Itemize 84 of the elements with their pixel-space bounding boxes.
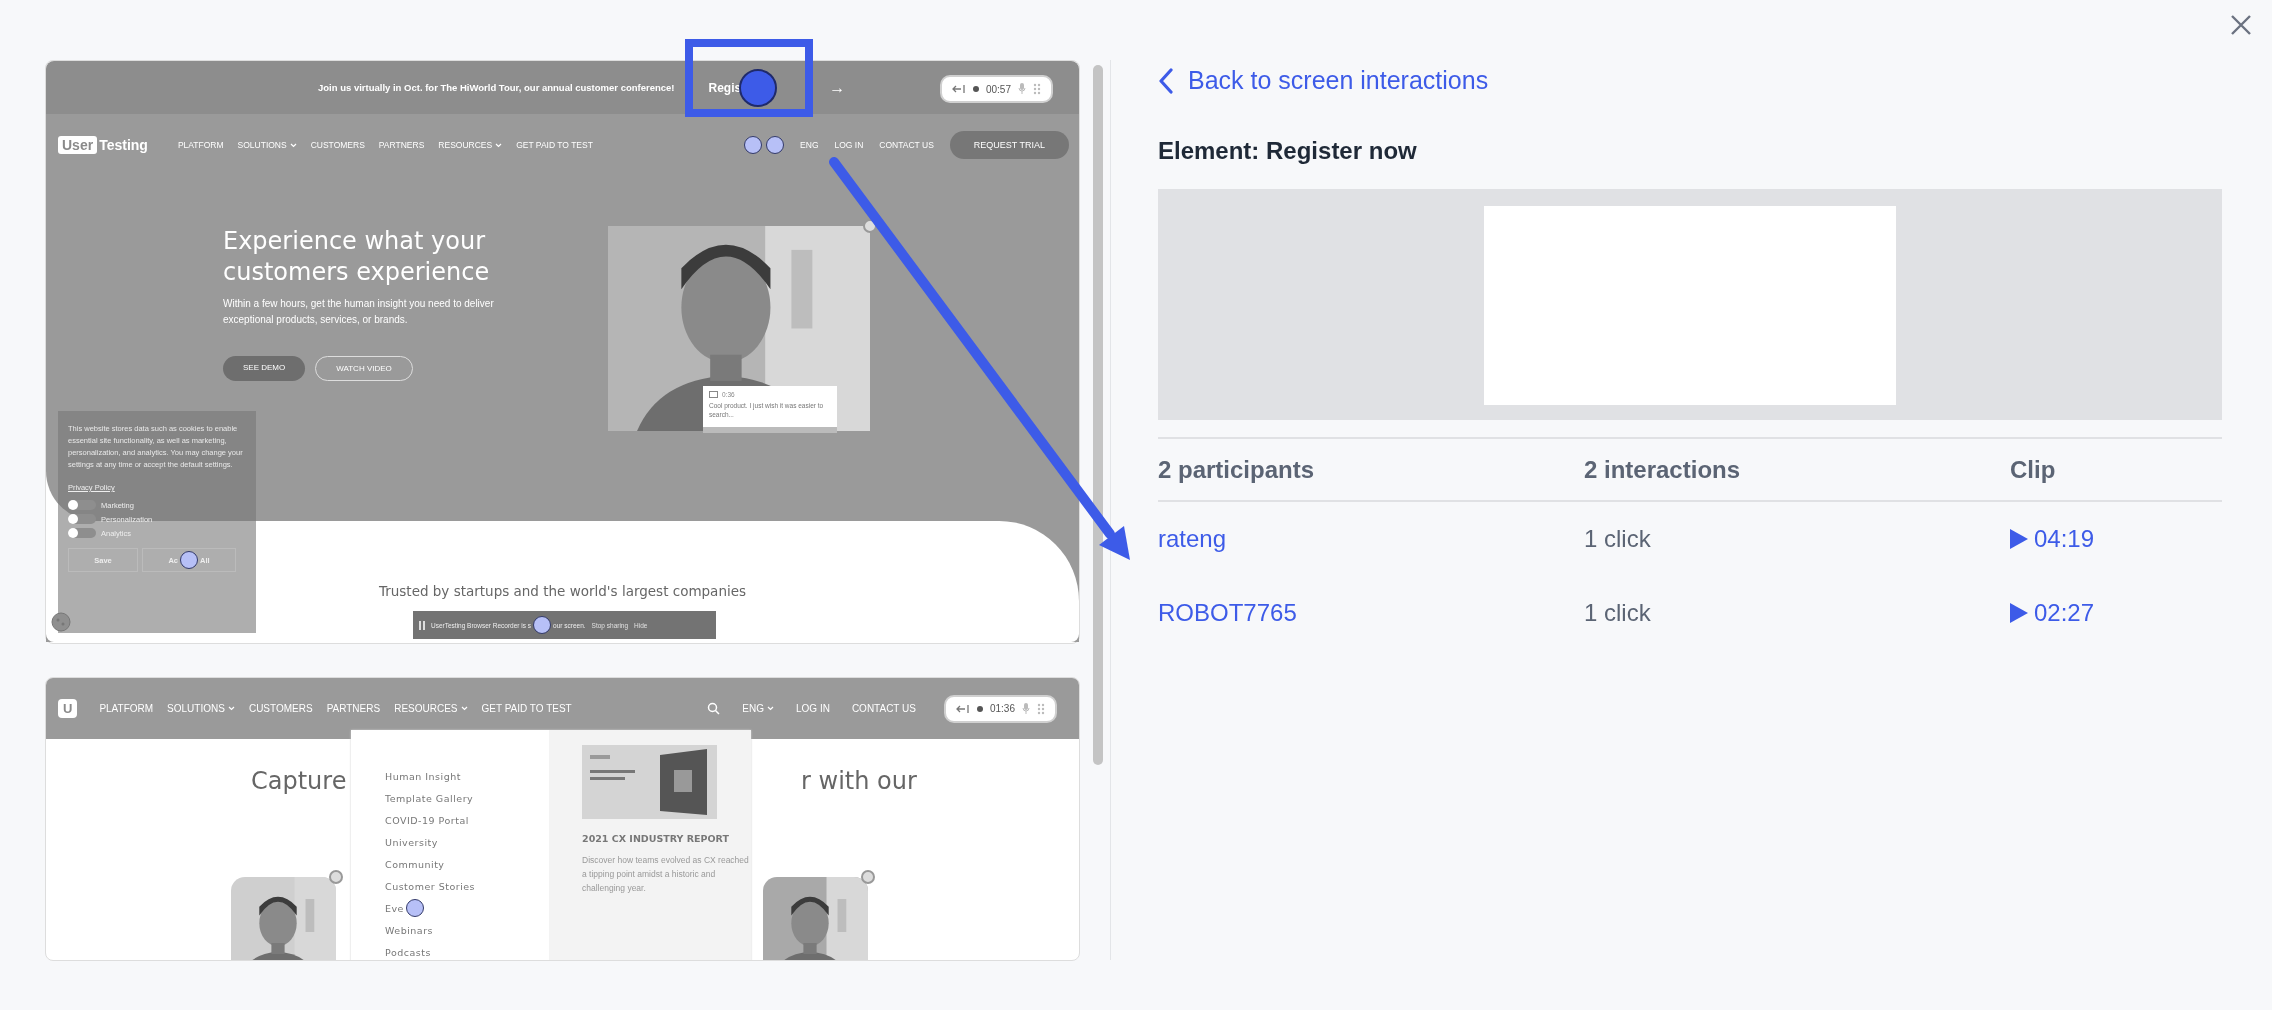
search-icon[interactable] [707, 702, 721, 715]
language-selector[interactable]: ENG [742, 703, 774, 714]
caret-icon [767, 706, 774, 711]
close-icon[interactable] [2230, 14, 2252, 36]
menu-item[interactable]: Customer Stories [385, 878, 549, 894]
toggle-switch[interactable] [68, 500, 96, 510]
table-cell: 1 click [1584, 599, 1651, 627]
nav-link[interactable]: SOLUTIONS [237, 140, 297, 150]
menu-item[interactable]: Webinars [385, 922, 549, 938]
login-link[interactable]: LOG IN [796, 703, 830, 714]
click-marker [406, 899, 424, 917]
logo[interactable]: U [58, 699, 78, 718]
exit-icon[interactable] [951, 84, 966, 94]
nav-link[interactable]: SOLUTIONS [167, 703, 235, 714]
menu-item[interactable]: University [385, 834, 549, 850]
click-marker [766, 136, 785, 154]
nav-link[interactable]: PARTNERS [326, 703, 381, 714]
column-header: Clip [2010, 455, 2056, 484]
play-icon [2010, 603, 2028, 623]
cookie-icon[interactable] [50, 611, 72, 633]
ring-marker [329, 870, 343, 884]
menu-item[interactable]: COVID-19 Portal [385, 812, 549, 828]
nav-link[interactable]: RESOURCES [438, 140, 503, 150]
toggle-switch[interactable] [68, 528, 96, 538]
click-marker [744, 136, 763, 154]
demo-button[interactable]: SEE DEMO [223, 356, 306, 381]
play-clip-link[interactable]: 02:27 [2010, 599, 2095, 627]
contact-link[interactable]: CONTACT US [879, 140, 934, 150]
scrollbar[interactable] [1093, 65, 1103, 765]
menu-item[interactable]: Human Insight [385, 768, 549, 784]
report-description: Discover how teams evolved as CX reached a tipping point amidst a historic and challenging year. [582, 854, 750, 895]
caret-icon [495, 142, 503, 148]
pause-icon[interactable] [419, 620, 425, 630]
participant-link[interactable]: ROBOT7765 [1158, 599, 1297, 627]
menu-item[interactable]: Eve [385, 900, 549, 916]
exit-icon[interactable] [955, 703, 970, 714]
section-heading: Trusted by startups and the world's largest companies [378, 582, 747, 599]
contact-link[interactable]: CONTACT US [851, 703, 916, 714]
hero-subtitle: Within a few hours, get the human insight you need to deliver exceptional products, services, or brands. [223, 297, 495, 327]
banner-text: Join us virtually in Oct. for The HiWorld Tour, our annual customer conference! [318, 82, 675, 93]
caret-icon [460, 706, 468, 711]
play-clip-link[interactable]: 04:19 [2010, 525, 2095, 553]
nav-link[interactable]: CUSTOMERS [248, 703, 313, 714]
login-link[interactable]: LOG IN [834, 140, 864, 150]
drag-handle-icon[interactable] [1033, 83, 1041, 95]
hero-heading: Experience what your customers experience [223, 226, 491, 288]
nav-link[interactable]: PARTNERS [378, 140, 425, 150]
logo[interactable]: User Testing [58, 136, 148, 154]
nav-link[interactable]: GET PAID TO TEST [481, 703, 572, 714]
chevron-left-icon [1158, 67, 1174, 94]
microphone-icon[interactable] [1022, 702, 1030, 715]
column-header: 2 interactions [1584, 455, 1741, 484]
arrow-glyph: → [829, 78, 846, 97]
nav-link[interactable]: PLATFORM [99, 703, 154, 714]
back-link[interactable]: Back to screen interactions [1158, 66, 1489, 95]
request-trial-button[interactable]: REQUEST TRIAL [949, 131, 1069, 159]
section-heading: r with our [801, 767, 917, 795]
record-dot-icon [976, 705, 983, 712]
nav-link[interactable]: PLATFORM [177, 140, 224, 150]
microphone-icon[interactable] [1018, 83, 1026, 95]
language-selector[interactable]: ENG [800, 140, 819, 150]
report-title: 2021 CX INDUSTRY REPORT [582, 833, 730, 844]
menu-item[interactable]: Template Gallery [385, 790, 549, 806]
nav-link[interactable]: RESOURCES [394, 703, 468, 714]
menu-item[interactable]: Podcasts [385, 944, 549, 960]
recording-time: 01:36 [989, 703, 1015, 714]
column-header: 2 participants [1158, 455, 1315, 484]
menu-item[interactable]: Community [385, 856, 549, 872]
toggle-switch[interactable] [68, 514, 96, 524]
table-cell: 1 click [1584, 525, 1651, 553]
section-heading: Capture [251, 767, 347, 795]
element-title: Element: Register now [1158, 137, 1418, 165]
record-dot-icon [972, 86, 979, 92]
caret-icon [289, 142, 297, 148]
play-icon [2010, 529, 2028, 549]
drag-handle-icon[interactable] [1037, 702, 1045, 715]
video-icon [709, 391, 718, 398]
recording-time: 00:57 [985, 83, 1011, 95]
click-marker [739, 68, 778, 107]
participant-link[interactable]: rateng [1158, 525, 1227, 553]
ring-marker [861, 870, 875, 884]
nav-link[interactable]: CUSTOMERS [310, 140, 365, 150]
nav-link[interactable]: GET PAID TO TEST [516, 140, 593, 150]
caret-icon [227, 706, 235, 711]
